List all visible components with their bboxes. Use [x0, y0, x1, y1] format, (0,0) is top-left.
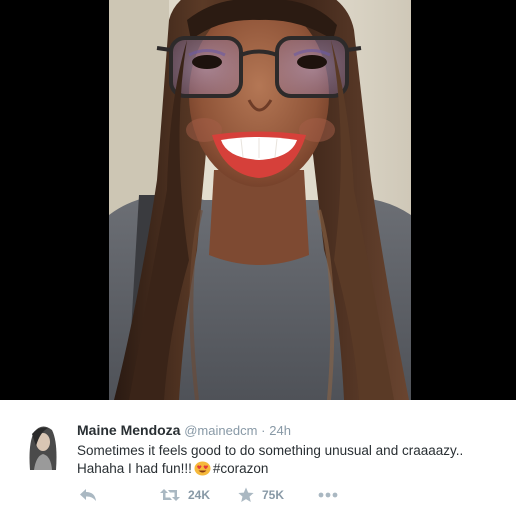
- favorite-button[interactable]: 75K: [238, 486, 284, 504]
- tweet-actions: 24K 75K: [77, 486, 377, 504]
- tweet-text-line-2: Hahaha I had fun!!! #corazon: [77, 460, 507, 478]
- retweet-count: 24K: [188, 488, 211, 502]
- more-options-button[interactable]: [318, 486, 338, 504]
- heart-eyes-emoji-icon: [194, 461, 211, 476]
- avatar-image: [24, 424, 60, 470]
- tweet: Maine Mendoza @mainedcm · 24h Sometimes …: [0, 400, 516, 524]
- tweet-header: Maine Mendoza @mainedcm · 24h: [77, 422, 291, 439]
- tweet-photo[interactable]: [109, 0, 411, 400]
- avatar[interactable]: [24, 424, 60, 470]
- media-container: [0, 0, 516, 400]
- more-dots-icon: [318, 492, 338, 498]
- tweet-text-line-1: Sometimes it feels good to do something …: [77, 443, 464, 458]
- hashtag-link[interactable]: #corazon: [213, 461, 269, 476]
- tweet-timestamp[interactable]: 24h: [269, 423, 291, 438]
- retweet-button[interactable]: 24K: [160, 486, 210, 504]
- reply-arrow-icon: [80, 489, 96, 501]
- selfie-image: [109, 0, 411, 400]
- favorite-count: 75K: [262, 488, 285, 502]
- header-separator: ·: [261, 423, 266, 438]
- author-name[interactable]: Maine Mendoza: [77, 422, 180, 438]
- tweet-text-line-2-prefix: Hahaha I had fun!!!: [77, 461, 192, 476]
- star-icon: [238, 487, 254, 502]
- tweet-card: Maine Mendoza @mainedcm · 24h Sometimes …: [0, 0, 516, 524]
- author-handle[interactable]: @mainedcm: [184, 423, 257, 438]
- reply-button[interactable]: [79, 486, 97, 504]
- tweet-text: Sometimes it feels good to do something …: [77, 442, 507, 478]
- retweet-icon: [160, 489, 180, 501]
